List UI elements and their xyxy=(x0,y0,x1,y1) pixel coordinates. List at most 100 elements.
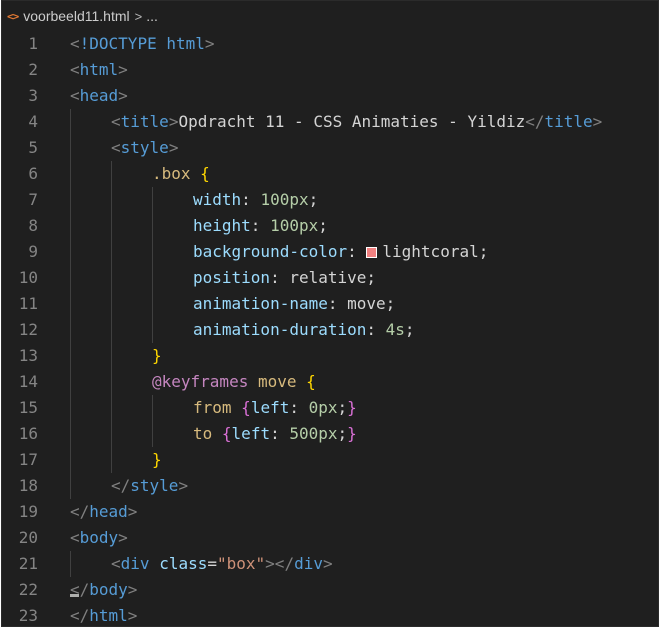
code-token: < xyxy=(70,528,80,547)
code-line[interactable]: 17} xyxy=(2,447,658,473)
indent-guide xyxy=(152,213,153,239)
code-token: left xyxy=(231,424,271,443)
code-token: Opdracht 11 - CSS Animaties - Yildiz xyxy=(178,112,526,131)
breadcrumb: <> voorbeeld11.html > ... xyxy=(2,1,658,31)
code-text: .box { xyxy=(152,161,210,187)
code-text: <head> xyxy=(70,83,128,109)
line-number: 12 xyxy=(18,320,38,339)
code-token: 100px xyxy=(260,190,309,209)
code-token: left xyxy=(250,398,290,417)
code-line[interactable]: 7 width: 100px; xyxy=(2,187,658,213)
indent-guide xyxy=(70,109,71,135)
indent-guide xyxy=(152,239,153,265)
code-token: > xyxy=(168,112,179,131)
line-number: 13 xyxy=(18,346,38,365)
code-text: animation-duration: 4s; xyxy=(193,317,415,343)
code-line[interactable]: 6 .box { xyxy=(2,161,658,187)
code-line[interactable]: 20 <body> xyxy=(2,525,658,551)
code-token: ; xyxy=(308,190,319,209)
code-token: style xyxy=(130,476,179,495)
code-token: < xyxy=(70,86,80,105)
code-token: < xyxy=(111,554,121,573)
code-token: { xyxy=(200,164,210,183)
line-number: 9 xyxy=(28,242,38,261)
code-token: < xyxy=(111,112,121,131)
code-token: style xyxy=(120,138,169,157)
code-line[interactable]: 9 background-color: lightcoral; xyxy=(2,239,658,265)
code-line[interactable]: 5 <style> xyxy=(2,135,658,161)
code-token: } xyxy=(347,398,357,417)
code-token: 500px xyxy=(289,424,338,443)
line-number: 18 xyxy=(18,476,38,495)
code-line[interactable]: 11 animation-name: move; xyxy=(2,291,658,317)
line-number: 11 xyxy=(18,294,38,313)
code-line[interactable]: 18 </style> xyxy=(2,473,658,499)
breadcrumb-more[interactable]: ... xyxy=(146,8,158,24)
code-line[interactable]: 13} xyxy=(2,343,658,369)
breadcrumb-filename[interactable]: voorbeeld11.html xyxy=(23,8,129,24)
code-token: < xyxy=(111,138,121,157)
code-token: width xyxy=(193,190,242,209)
code-token: position xyxy=(193,268,271,287)
code-line[interactable]: 22 </body> xyxy=(2,577,658,603)
line-number: 22 xyxy=(18,580,38,599)
line-number: 6 xyxy=(28,164,38,183)
code-token: !DOCTYPE xyxy=(79,34,157,53)
code-token: : xyxy=(366,320,386,339)
color-swatch[interactable] xyxy=(366,247,378,258)
indent-guide xyxy=(111,291,112,317)
code-token: html xyxy=(79,60,119,79)
code-token: : xyxy=(270,424,290,443)
code-line[interactable]: 3 <head> xyxy=(2,83,658,109)
code-token: animation-name xyxy=(193,294,328,313)
code-line[interactable]: 21 <div class="box"></div> xyxy=(2,551,658,577)
line-number: 14 xyxy=(18,372,38,391)
line-number: 15 xyxy=(18,398,38,417)
code-line[interactable]: 15 from {left: 0px;} xyxy=(2,395,658,421)
code-token: </ xyxy=(525,112,545,131)
code-token: html xyxy=(89,606,128,625)
code-token: : relative; xyxy=(270,268,377,287)
code-token: title xyxy=(544,112,593,131)
code-token: : move; xyxy=(327,294,396,313)
line-number: 21 xyxy=(18,554,38,573)
indent-guide xyxy=(70,265,71,291)
code-line[interactable]: 19 </head> xyxy=(2,499,658,525)
indent-guide xyxy=(70,161,71,187)
indent-guide xyxy=(70,317,71,343)
code-line[interactable]: 1 <!DOCTYPE html> xyxy=(2,31,658,57)
code-line[interactable]: 16 to {left: 500px;} xyxy=(2,421,658,447)
code-token: > xyxy=(127,502,138,521)
code-line[interactable]: 10 position: relative; xyxy=(2,265,658,291)
code-line[interactable]: 8 height: 100px; xyxy=(2,213,658,239)
code-text: } xyxy=(152,343,162,369)
code-token: } xyxy=(347,424,357,443)
chevron-right-icon: > xyxy=(134,8,143,24)
line-number: 2 xyxy=(28,60,38,79)
indent-guide xyxy=(111,161,112,187)
indent-guide xyxy=(152,395,153,421)
indent-guide xyxy=(70,447,71,473)
code-line[interactable]: 23 </html> xyxy=(2,603,658,626)
code-editor[interactable]: 1 <!DOCTYPE html> 2 <html> 3 <head> 4 <title>Op… xyxy=(2,31,658,626)
code-token: : xyxy=(250,216,271,235)
code-token: > xyxy=(127,580,138,599)
code-text: } xyxy=(152,447,162,473)
code-token: ; xyxy=(337,398,348,417)
code-token: } xyxy=(152,450,162,469)
code-token: > xyxy=(322,554,333,573)
line-number: 19 xyxy=(18,502,38,521)
code-line[interactable]: 14 @keyframes move { xyxy=(2,369,658,395)
indent-guide xyxy=(111,343,112,369)
code-token: > xyxy=(204,34,215,53)
line-number: 20 xyxy=(18,528,38,547)
code-line[interactable]: 4 <title>Opdracht 11 - CSS Animaties - Yi… xyxy=(2,109,658,135)
indent-guide xyxy=(70,395,71,421)
code-token: > xyxy=(592,112,603,131)
code-line[interactable]: 12 animation-duration: 4s; xyxy=(2,317,658,343)
text-cursor xyxy=(70,594,79,597)
code-line[interactable]: 2 <html> xyxy=(2,57,658,83)
